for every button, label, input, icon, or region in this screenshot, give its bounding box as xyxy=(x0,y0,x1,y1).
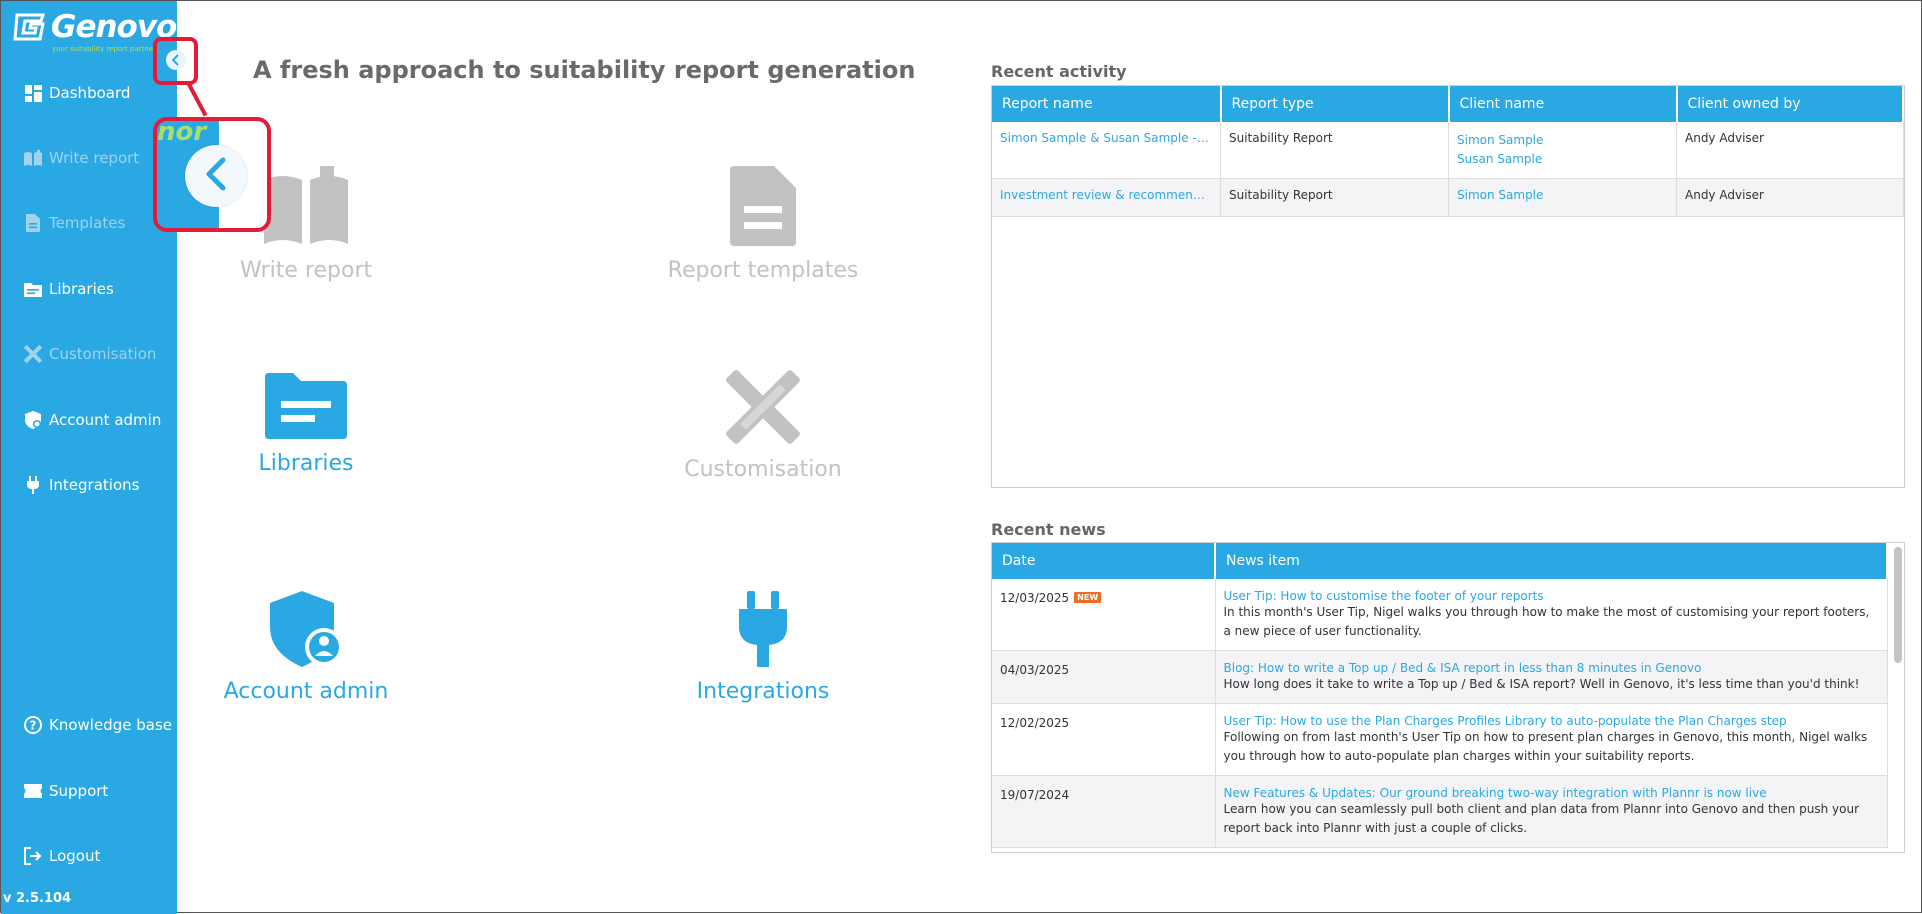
client-name-link[interactable]: Simon Sample xyxy=(1457,188,1668,202)
table-row[interactable]: Simon Sample & Susan Sample - Su... Suit… xyxy=(992,122,1904,179)
recent-news-table: Date News item 12/03/2025 NEW User Tip: H… xyxy=(991,542,1905,853)
news-date: 04/03/2025 xyxy=(1000,663,1070,677)
client-name-link[interactable]: Simon Sample xyxy=(1457,131,1668,150)
sidebar-item-label: Write report xyxy=(49,149,140,167)
client-name-link[interactable]: Susan Sample xyxy=(1457,150,1668,169)
news-title-link[interactable]: User Tip: How to customise the footer of… xyxy=(1224,589,1879,603)
news-title-link[interactable]: New Features & Updates: Our ground break… xyxy=(1224,786,1879,800)
owner-cell: Andy Adviser xyxy=(1676,122,1904,179)
news-title-link[interactable]: User Tip: How to use the Plan Charges Pr… xyxy=(1224,714,1879,728)
owner-cell: Andy Adviser xyxy=(1676,178,1904,217)
tile-customisation[interactable]: Customisation xyxy=(613,369,913,482)
report-type-cell: Suitability Report xyxy=(1220,178,1449,217)
zoom-collapse-button xyxy=(185,145,247,207)
sidebar-item-logout[interactable]: Logout xyxy=(23,843,100,869)
sidebar-item-label: Customisation xyxy=(49,345,157,363)
annotation-connector xyxy=(186,81,208,117)
news-date: 12/02/2025 xyxy=(1000,716,1070,730)
dashboard-icon xyxy=(23,83,43,103)
column-header-date[interactable]: Date xyxy=(992,543,1216,579)
column-header-client-name[interactable]: Client name xyxy=(1448,86,1678,122)
news-description: In this month's User Tip, Nigel walks yo… xyxy=(1223,605,1870,638)
news-description: How long does it take to write a Top up … xyxy=(1223,677,1860,691)
tile-label: Customisation xyxy=(684,457,842,482)
tools-icon xyxy=(23,344,43,364)
column-header-report-type[interactable]: Report type xyxy=(1220,86,1450,122)
sidebar-item-label: Dashboard xyxy=(49,84,131,102)
sidebar-item-label: Support xyxy=(49,782,109,800)
tile-label: Report templates xyxy=(667,258,859,283)
annotation-highlight-small xyxy=(153,37,198,85)
folder-icon xyxy=(23,279,43,299)
logo-tagline: your suitability report partner xyxy=(52,45,156,53)
recent-activity-table: Report name Report type Client name Clie… xyxy=(991,85,1905,488)
table-row[interactable]: 12/02/2025 User Tip: How to use the Plan… xyxy=(992,703,1888,776)
tile-label: Libraries xyxy=(258,451,354,476)
document-icon xyxy=(23,213,43,233)
sidebar-item-label: Logout xyxy=(49,847,101,865)
report-name-link[interactable]: Investment review & recommendat... xyxy=(1000,188,1212,202)
document-icon xyxy=(613,166,913,250)
svg-text:?: ? xyxy=(30,719,37,733)
chevron-left-icon xyxy=(203,157,229,195)
sidebar: Genovo your suitability report partner D… xyxy=(1,1,177,914)
page-headline: A fresh approach to suitability report g… xyxy=(253,56,916,84)
report-name-link[interactable]: Simon Sample & Susan Sample - Su... xyxy=(1000,131,1212,145)
version-label: v 2.5.104 xyxy=(3,891,72,906)
sidebar-item-integrations[interactable]: Integrations xyxy=(23,472,139,498)
sidebar-item-knowledge-base[interactable]: ? Knowledge base xyxy=(23,712,172,738)
sidebar-item-write-report[interactable]: Write report xyxy=(23,145,139,171)
report-type-cell: Suitability Report xyxy=(1220,122,1449,179)
table-row[interactable]: Investment review & recommendat... Suita… xyxy=(992,178,1904,217)
help-circle-icon: ? xyxy=(23,715,43,735)
plug-icon xyxy=(613,591,913,671)
tile-integrations[interactable]: Integrations xyxy=(613,591,913,704)
sidebar-item-libraries[interactable]: Libraries xyxy=(23,276,114,302)
tile-libraries[interactable]: Libraries xyxy=(156,371,456,476)
sidebar-item-dashboard[interactable]: Dashboard xyxy=(23,80,130,106)
column-header-news-item[interactable]: News item xyxy=(1215,543,1888,579)
column-header-client-owned-by[interactable]: Client owned by xyxy=(1676,86,1904,122)
sidebar-item-label: Templates xyxy=(49,214,126,232)
recent-activity-title: Recent activity xyxy=(991,62,1127,81)
table-row[interactable]: 12/03/2025 NEW User Tip: How to customise… xyxy=(992,579,1888,651)
genovo-logo-icon xyxy=(13,13,46,41)
recent-news-title: Recent news xyxy=(991,520,1106,539)
tile-label: Account admin xyxy=(223,679,389,704)
table-row[interactable]: 19/07/2024 New Features & Updates: Our g… xyxy=(992,775,1888,848)
sidebar-item-customisation[interactable]: Customisation xyxy=(23,341,156,367)
tools-icon xyxy=(613,369,913,449)
news-scrollbar[interactable] xyxy=(1894,547,1902,663)
sidebar-item-label: Knowledge base xyxy=(49,716,172,734)
news-date: 12/03/2025 xyxy=(1000,591,1070,605)
column-header-report-name[interactable]: Report name xyxy=(992,86,1222,122)
sidebar-item-account-admin[interactable]: Account admin xyxy=(23,407,161,433)
sidebar-item-label: Account admin xyxy=(49,411,162,429)
zoom-logo-fragment: nor xyxy=(157,117,207,147)
annotation-zoom-callout: nor xyxy=(153,117,271,232)
sidebar-item-label: Libraries xyxy=(49,280,114,298)
news-date: 19/07/2024 xyxy=(1000,788,1070,802)
book-icon xyxy=(23,148,43,168)
tile-report-templates[interactable]: Report templates xyxy=(613,166,913,283)
tile-label: Write report xyxy=(239,258,373,283)
ticket-icon xyxy=(23,781,43,801)
tile-account-admin[interactable]: Account admin xyxy=(156,591,456,704)
logout-icon xyxy=(23,846,43,866)
shield-user-icon xyxy=(23,410,43,430)
sidebar-item-label: Integrations xyxy=(49,476,140,494)
folder-icon xyxy=(156,371,456,443)
sidebar-item-support[interactable]: Support xyxy=(23,778,108,804)
shield-user-icon xyxy=(156,591,456,671)
plug-icon xyxy=(23,475,43,495)
table-row[interactable]: 04/03/2025 Blog: How to write a Top up /… xyxy=(992,650,1888,704)
news-description: Following on from last month's User Tip … xyxy=(1223,730,1868,763)
sidebar-item-templates[interactable]: Templates xyxy=(23,210,125,236)
news-description: Learn how you can seamlessly pull both c… xyxy=(1223,802,1860,835)
news-title-link[interactable]: Blog: How to write a Top up / Bed & ISA … xyxy=(1224,661,1879,675)
tile-label: Integrations xyxy=(696,679,830,704)
new-badge: NEW xyxy=(1074,592,1102,603)
